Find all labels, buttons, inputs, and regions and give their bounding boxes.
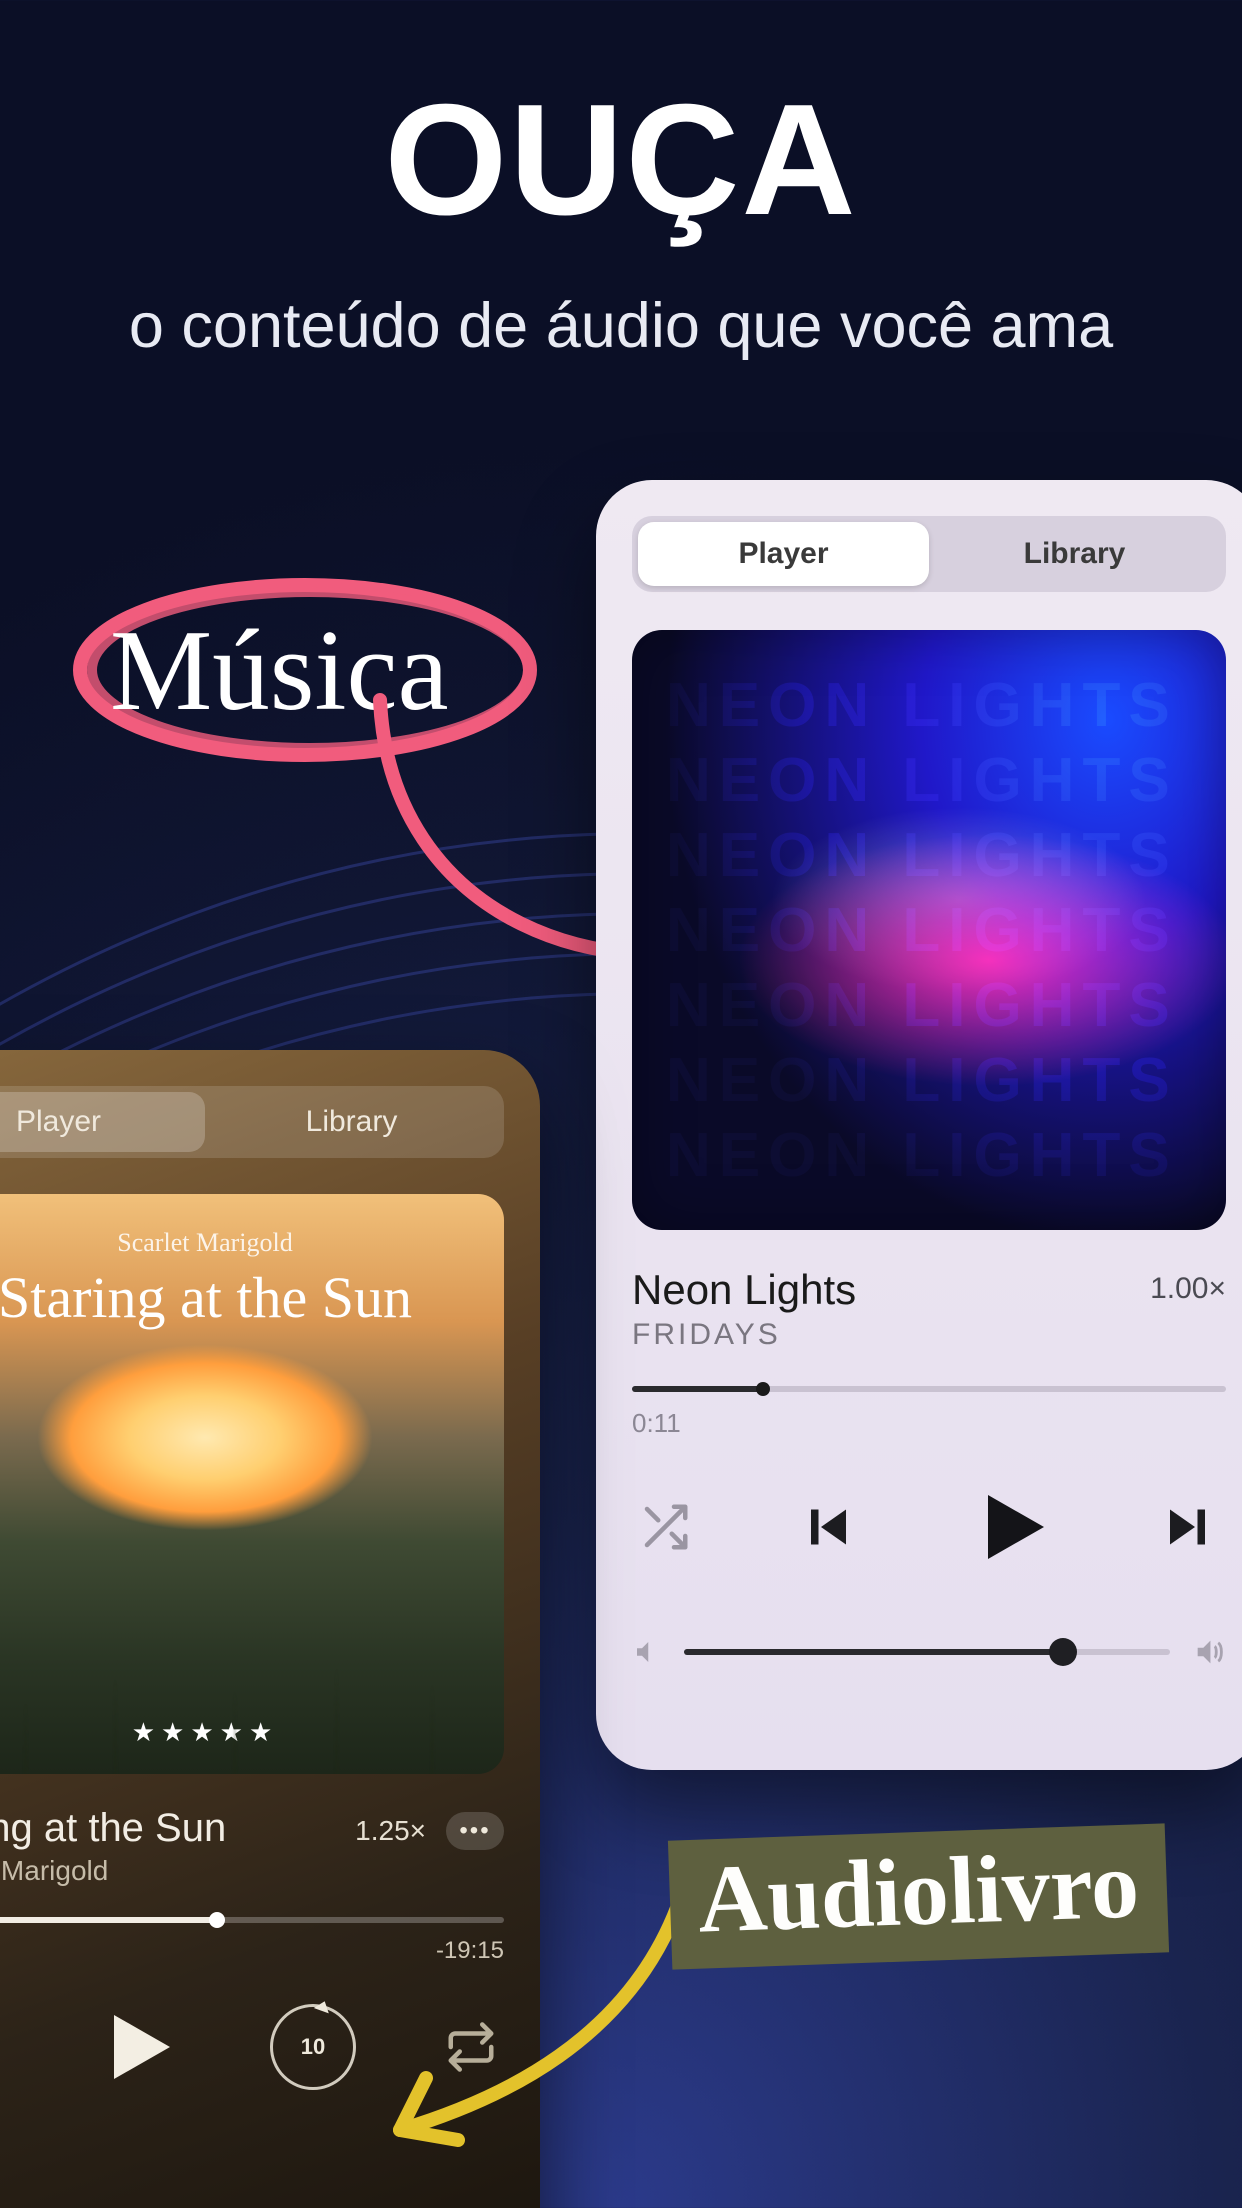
track-author: Scarlet Marigold [0,1855,226,1887]
tab-library[interactable]: Library [205,1092,498,1152]
hero-subtitle: o conteúdo de áudio que você ama [0,290,1242,362]
cover-author: Scarlet Marigold [0,1228,504,1258]
play-icon[interactable] [960,1479,1056,1575]
hero-title: OUÇA [0,70,1242,251]
playback-speed[interactable]: 1.00× [1150,1272,1226,1306]
music-player-card: Player Library NEON LIGHTS NEON LIGHTS N… [596,480,1242,1770]
track-title: Staring at the Sun [0,1806,226,1851]
segmented-control: Player Library [0,1086,504,1158]
volume-low-icon [632,1637,662,1667]
track-artist: FRIDAYS [632,1318,856,1352]
track-title: Neon Lights [632,1266,856,1314]
album-art: NEON LIGHTS NEON LIGHTS NEON LIGHTS NEON… [632,630,1226,1230]
play-icon[interactable] [86,1999,182,2095]
tab-library[interactable]: Library [929,522,1220,586]
playback-speed[interactable]: 1.25× [355,1815,426,1847]
rating-stars: ★★★★★ [0,1717,504,1748]
shuffle-icon[interactable] [638,1500,692,1554]
audiolivro-callout: Audiolivro [668,1823,1169,1969]
tab-player[interactable]: Player [638,522,929,586]
skip-forward-10-icon[interactable]: 10 [270,2004,356,2090]
tab-player[interactable]: Player [0,1092,205,1152]
album-art-text: NEON LIGHTS NEON LIGHTS NEON LIGHTS NEON… [632,630,1226,1230]
volume-high-icon [1192,1635,1226,1669]
more-button[interactable]: ••• [446,1812,504,1850]
next-icon[interactable] [1160,1497,1220,1557]
volume-slider[interactable] [684,1649,1170,1655]
book-cover: Scarlet Marigold Staring at the Sun ★★★★… [0,1194,504,1774]
cover-title: Staring at the Sun [0,1264,504,1331]
segmented-control: Player Library [632,516,1226,592]
elapsed-time: 0:11 [632,1408,1226,1439]
previous-icon[interactable] [796,1497,856,1557]
volume-row [632,1635,1226,1669]
audiolivro-label: Audiolivro [696,1830,1140,1952]
audiolivro-arrow [350,1880,710,2180]
progress-bar[interactable] [632,1386,1226,1392]
